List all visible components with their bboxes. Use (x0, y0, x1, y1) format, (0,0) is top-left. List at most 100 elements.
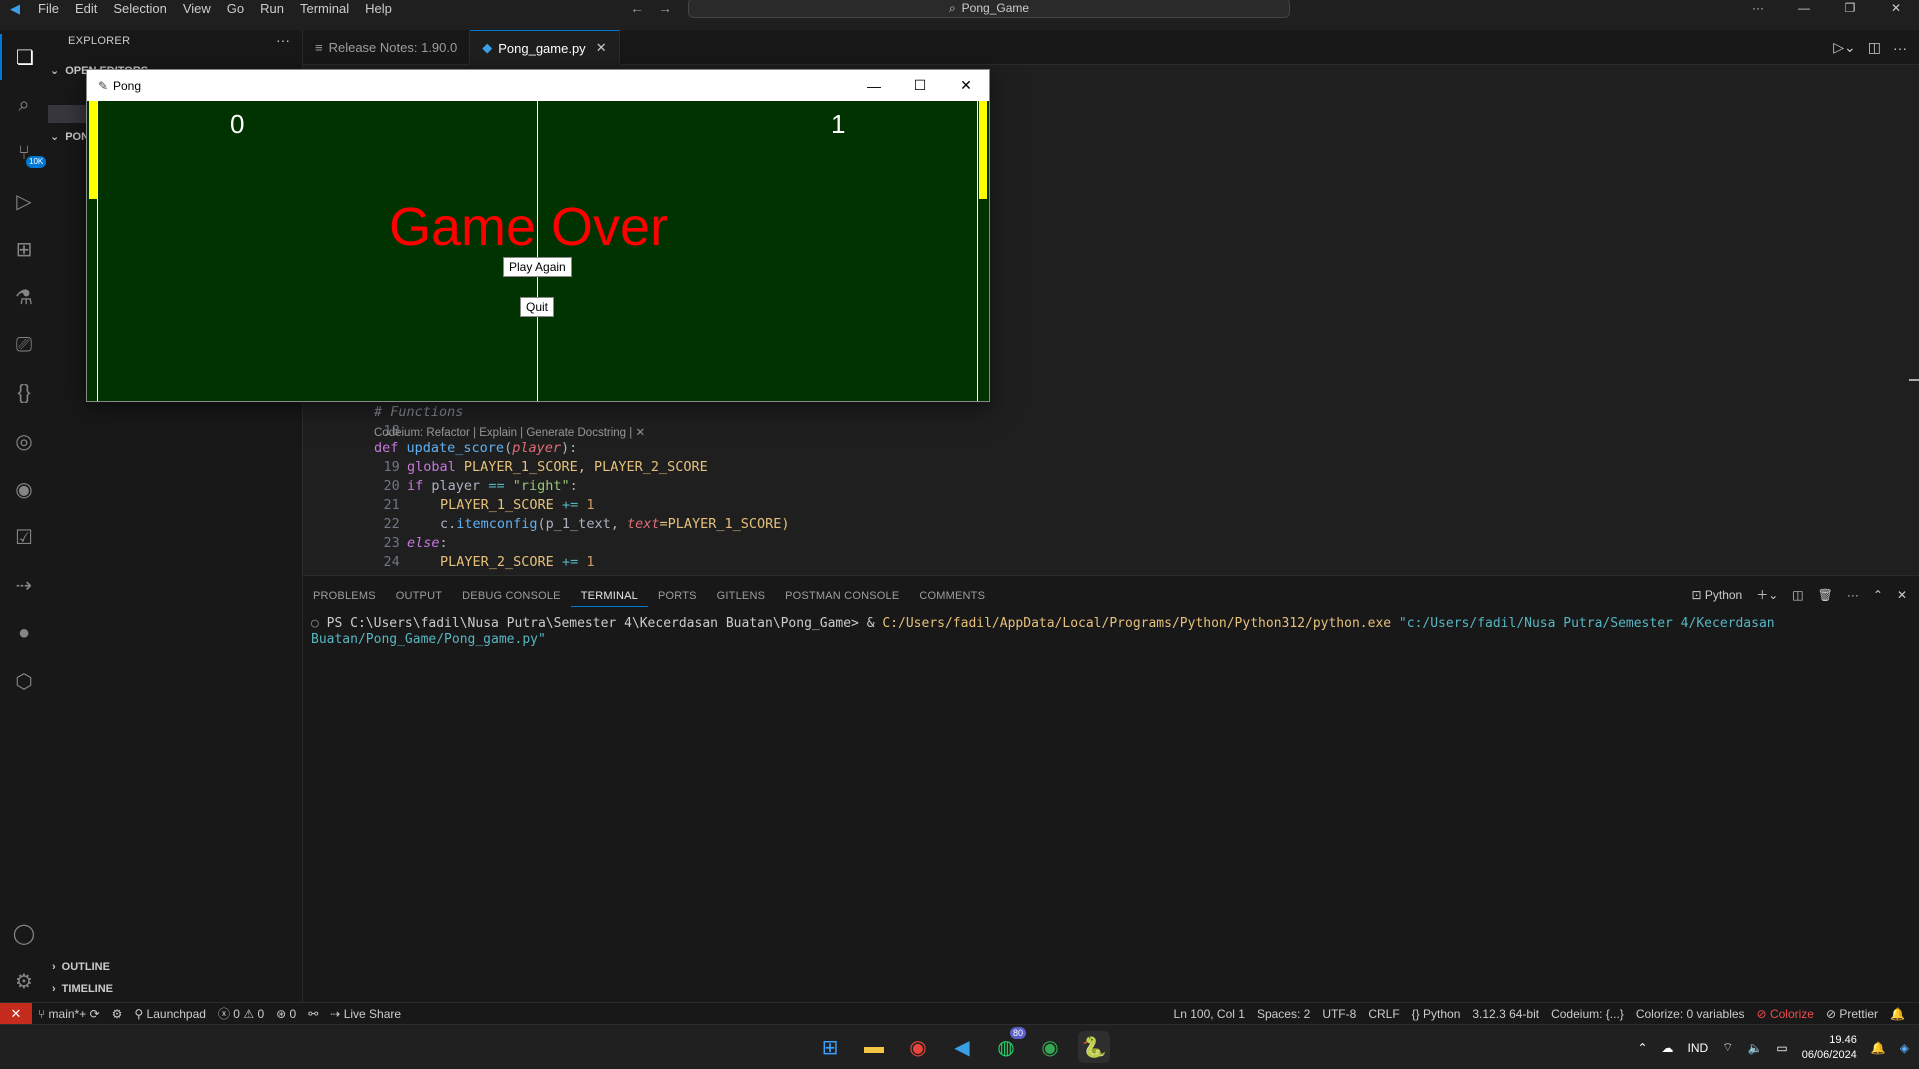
scrollbar-marker[interactable] (1909, 379, 1919, 381)
chrome-profile-icon[interactable]: ◉ (1034, 1031, 1066, 1063)
menu-run[interactable]: Run (252, 1, 292, 17)
more-actions-icon[interactable]: ··· (1847, 588, 1859, 602)
tab-pong-game[interactable]: ◆ Pong_game.py ✕ (470, 30, 620, 65)
extensions-icon[interactable]: ⊞ (0, 226, 48, 272)
whatsapp-icon[interactable]: ◍ 80 (990, 1027, 1026, 1063)
encoding[interactable]: UTF-8 (1316, 1007, 1362, 1021)
launchpad-status[interactable]: ⚲ Launchpad (128, 1007, 212, 1021)
command-center[interactable]: ⌕ Pong_Game (688, 0, 1290, 18)
battery-icon[interactable]: ▭ (1776, 1041, 1787, 1055)
pong-titlebar[interactable]: ✎ Pong — ☐ ✕ (87, 70, 989, 101)
maximize-panel-icon[interactable]: ⌃ (1873, 588, 1883, 602)
close-icon[interactable]: ✕ (596, 40, 607, 56)
tab-problems[interactable]: PROBLEMS (303, 585, 386, 607)
split-editor-icon[interactable]: ◫ (1868, 39, 1881, 56)
outline-section[interactable]: › OUTLINE (52, 961, 110, 973)
windows-start-icon[interactable]: ⊞ (814, 1031, 846, 1063)
close-button[interactable]: ✕ (1873, 0, 1919, 16)
volume-icon[interactable]: 🔈 (1747, 1041, 1762, 1055)
python-interpreter[interactable]: 3.12.3 64-bit (1466, 1007, 1545, 1021)
tab-comments[interactable]: COMMENTS (909, 585, 995, 607)
terminal-output[interactable]: ○ PS C:\Users\fadil\Nusa Putra\Semester … (311, 616, 1911, 648)
more-actions-icon[interactable]: ··· (1893, 40, 1907, 56)
search-icon[interactable]: ⌕ (0, 82, 48, 128)
pong-maximize-button[interactable]: ☐ (897, 70, 943, 101)
python-icon[interactable]: 🐍 (1078, 1031, 1110, 1063)
close-panel-icon[interactable]: ✕ (1897, 588, 1907, 602)
tab-output[interactable]: OUTPUT (386, 585, 452, 607)
indentation[interactable]: Spaces: 2 (1251, 1007, 1316, 1021)
chevron-up-icon[interactable]: ⌃ (1637, 1041, 1647, 1055)
menu-selection[interactable]: Selection (105, 1, 174, 17)
vscode-icon[interactable]: ◀ (946, 1031, 978, 1063)
broadcast-icon[interactable]: ⚯ (302, 1007, 324, 1021)
clock[interactable]: 19.46 06/06/2024 (1802, 1033, 1857, 1063)
codeium-status[interactable]: Codeium: {...} (1545, 1007, 1630, 1021)
remote-indicator-icon[interactable]: ✕ (0, 1002, 32, 1025)
gitlens-icon[interactable]: ⚙ (106, 1007, 129, 1021)
explorer-icon[interactable]: ❏ (0, 34, 48, 80)
onedrive-icon[interactable]: ☁ (1662, 1041, 1674, 1055)
new-terminal-icon[interactable]: ＋⌄ (1756, 586, 1778, 603)
menu-view[interactable]: View (175, 1, 219, 17)
wifi-icon[interactable]: ⌔ (1722, 1040, 1733, 1055)
colorize-status[interactable]: ⊘ Colorize (1751, 1007, 1820, 1021)
run-debug-icon[interactable]: ▷ (0, 178, 48, 224)
source-control-icon[interactable]: ⑂ 10K (0, 130, 48, 176)
testing-icon[interactable]: ⚗ (0, 274, 48, 320)
json-icon[interactable]: {} (0, 370, 48, 416)
checklist-icon[interactable]: ☑ (0, 514, 48, 560)
menu-file[interactable]: File (30, 1, 67, 17)
file-explorer-icon[interactable]: ▬ (858, 1031, 890, 1063)
quit-button[interactable]: Quit (520, 297, 555, 317)
menu-go[interactable]: Go (219, 1, 252, 17)
settings-gear-icon[interactable]: ⚙ (0, 958, 48, 1004)
run-icon[interactable]: ▷⌄ (1833, 39, 1856, 56)
minimize-button[interactable]: — (1781, 0, 1827, 16)
timeline-section[interactable]: › TIMELINE (52, 983, 113, 995)
colorize-variables[interactable]: Colorize: 0 variables (1630, 1007, 1751, 1021)
kill-terminal-icon[interactable]: 🗑 (1818, 588, 1833, 602)
language-mode[interactable]: {} Python (1406, 1007, 1467, 1021)
cursor-position[interactable]: Ln 100, Col 1 (1168, 1007, 1251, 1021)
chrome-icon[interactable]: ◉ (902, 1031, 934, 1063)
tab-release-notes[interactable]: ≡ Release Notes: 1.90.0 (303, 30, 471, 65)
open-editor-row[interactable] (48, 105, 88, 123)
tab-terminal[interactable]: TERMINAL (570, 585, 648, 607)
back-arrow-icon[interactable]: ← (630, 0, 644, 16)
live-share-status[interactable]: ⇢ Live Share (324, 1007, 407, 1021)
branch-status[interactable]: ⑂ main*+ ⟳ (32, 1007, 106, 1021)
api-icon[interactable]: ⎚ (0, 322, 48, 368)
pong-close-button[interactable]: ✕ (943, 70, 989, 101)
terminal-shell-selector[interactable]: ⊡ Python (1691, 588, 1742, 602)
gitlab-icon[interactable]: ⬡ (0, 658, 48, 704)
gitlens-icon[interactable]: ◎ (0, 418, 48, 464)
tab-gitlens[interactable]: GITLENS (707, 585, 775, 607)
codeium-codelens[interactable]: Codeium: Refactor | Explain | Generate D… (374, 425, 645, 439)
tab-postman-console[interactable]: POSTMAN CONSOLE (775, 585, 909, 607)
remote-share-icon[interactable]: ⇢ (0, 562, 48, 608)
problems-status[interactable]: ⓧ 0 ⚠ 0 (212, 1005, 270, 1022)
notifications-bell-icon[interactable]: 🔔 (1884, 1007, 1911, 1021)
pong-minimize-button[interactable]: — (851, 70, 897, 101)
menu-help[interactable]: Help (357, 1, 400, 17)
restore-button[interactable]: ❐ (1827, 0, 1873, 16)
tab-debug-console[interactable]: DEBUG CONSOLE (452, 585, 571, 607)
forward-arrow-icon[interactable]: → (658, 0, 672, 16)
postman-icon[interactable]: ● (0, 610, 48, 656)
ports-status[interactable]: ⊛ 0 (270, 1007, 302, 1021)
more-actions-icon[interactable]: ··· (276, 32, 290, 48)
game-canvas[interactable]: 0 1 Game Over Play Again Quit (87, 101, 989, 401)
input-language[interactable]: IND (1688, 1041, 1709, 1055)
menu-terminal[interactable]: Terminal (292, 1, 357, 17)
notification-bell-icon[interactable]: 🔔 (1871, 1041, 1886, 1055)
tab-ports[interactable]: PORTS (648, 585, 707, 607)
play-again-button[interactable]: Play Again (503, 257, 572, 277)
prettier-status[interactable]: ⊘ Prettier (1820, 1007, 1884, 1021)
split-terminal-icon[interactable]: ◫ (1792, 588, 1803, 602)
copilot-icon[interactable]: ◈ (1900, 1041, 1909, 1055)
gitlens-inspect-icon[interactable]: ◉ (0, 466, 48, 512)
customize-layout-icon[interactable]: ··· (1735, 0, 1781, 16)
line-ending[interactable]: CRLF (1362, 1007, 1405, 1021)
menu-edit[interactable]: Edit (67, 1, 105, 17)
